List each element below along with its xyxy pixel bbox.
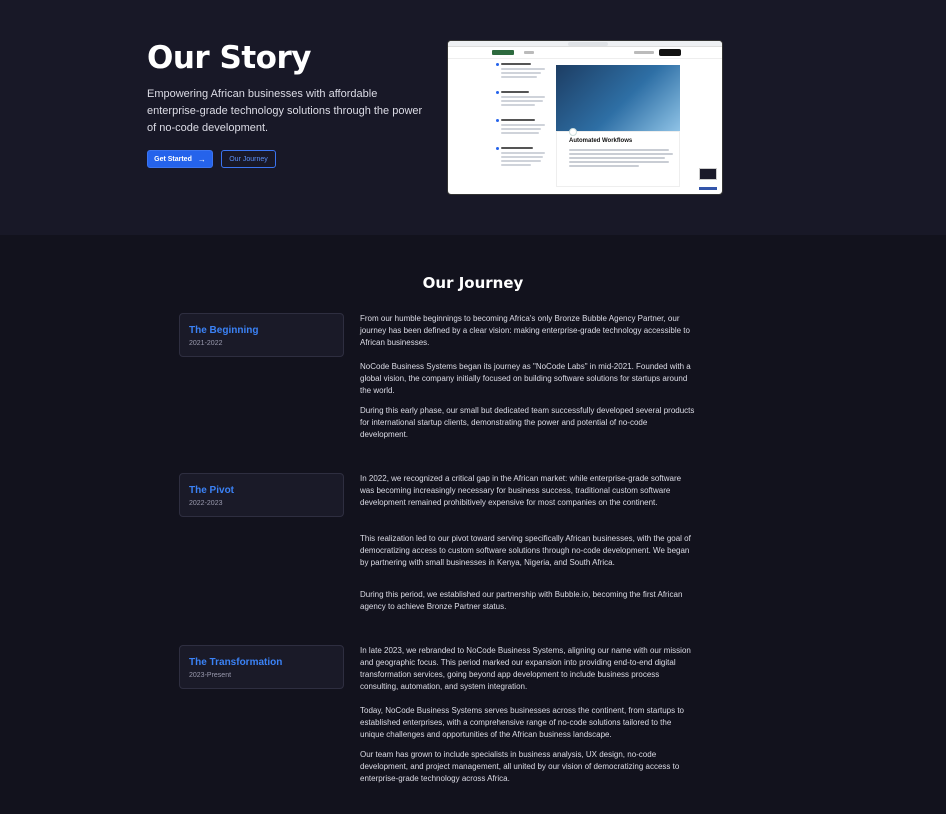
- our-journey-button[interactable]: Our Journey: [221, 150, 276, 168]
- stage-paragraph: Today, NoCode Business Systems serves bu…: [360, 706, 684, 739]
- workflow-icon: [569, 128, 577, 136]
- feature-dot: [496, 63, 499, 66]
- stage-paragraph: During this early phase, our small but d…: [360, 406, 695, 439]
- timeline-stage-transformation: The Transformation 2023-Present: [179, 645, 344, 689]
- timeline-stage-beginning: The Beginning 2021-2022: [179, 313, 344, 357]
- stage-name: The Pivot: [189, 485, 235, 496]
- stage-years: 2023-Present: [189, 672, 232, 679]
- stage-name: The Transformation: [189, 657, 283, 668]
- feature-dot: [496, 147, 499, 150]
- screenshot-feature-card: Automated Workflows: [556, 128, 680, 187]
- stage-paragraph: This realization led to our pivot toward…: [360, 534, 691, 567]
- stage-paragraph: During this period, we established our p…: [360, 590, 683, 611]
- screenshot-nav-link: [524, 51, 534, 54]
- journey-heading: Our Journey: [422, 274, 524, 292]
- screenshot-nav-link: [634, 51, 654, 54]
- stage-paragraph: NoCode Business Systems began its journe…: [360, 362, 691, 395]
- stage-paragraph: From our humble beginnings to becoming A…: [360, 314, 690, 347]
- stage-years: 2022-2023: [189, 500, 223, 507]
- page-title: Our Story: [147, 40, 311, 76]
- screenshot-nav: [448, 47, 722, 59]
- screenshot-logo: [492, 50, 514, 55]
- stage-paragraph: In 2022, we recognized a critical gap in…: [360, 474, 682, 507]
- stage-name: The Beginning: [189, 325, 259, 336]
- browser-url: [568, 42, 608, 46]
- get-started-button[interactable]: Get Started →: [147, 150, 213, 168]
- timeline-stage-pivot: The Pivot 2022-2023: [179, 473, 344, 517]
- stage-paragraph: Our team has grown to include specialist…: [360, 750, 680, 783]
- stage-years: 2021-2022: [189, 340, 223, 347]
- hero-section: Our Story Empowering African businesses …: [0, 0, 946, 235]
- screenshot-thumbnail: [699, 168, 717, 180]
- product-screenshot: Automated Workflows: [447, 40, 723, 195]
- arrow-right-icon: →: [197, 154, 206, 164]
- screenshot-hero-image: [556, 65, 680, 131]
- screenshot-card-title: Automated Workflows: [569, 138, 633, 144]
- screenshot-nav-button: [659, 49, 681, 56]
- feature-dot: [496, 119, 499, 122]
- feature-dot: [496, 91, 499, 94]
- get-started-label: Get Started: [154, 155, 192, 163]
- stage-paragraph: In late 2023, we rebranded to NoCode Bus…: [360, 646, 691, 691]
- screenshot-feature-list: [496, 63, 551, 183]
- screenshot-badge: [699, 187, 717, 190]
- hero-subtitle: Empowering African businesses with affor…: [147, 88, 423, 134]
